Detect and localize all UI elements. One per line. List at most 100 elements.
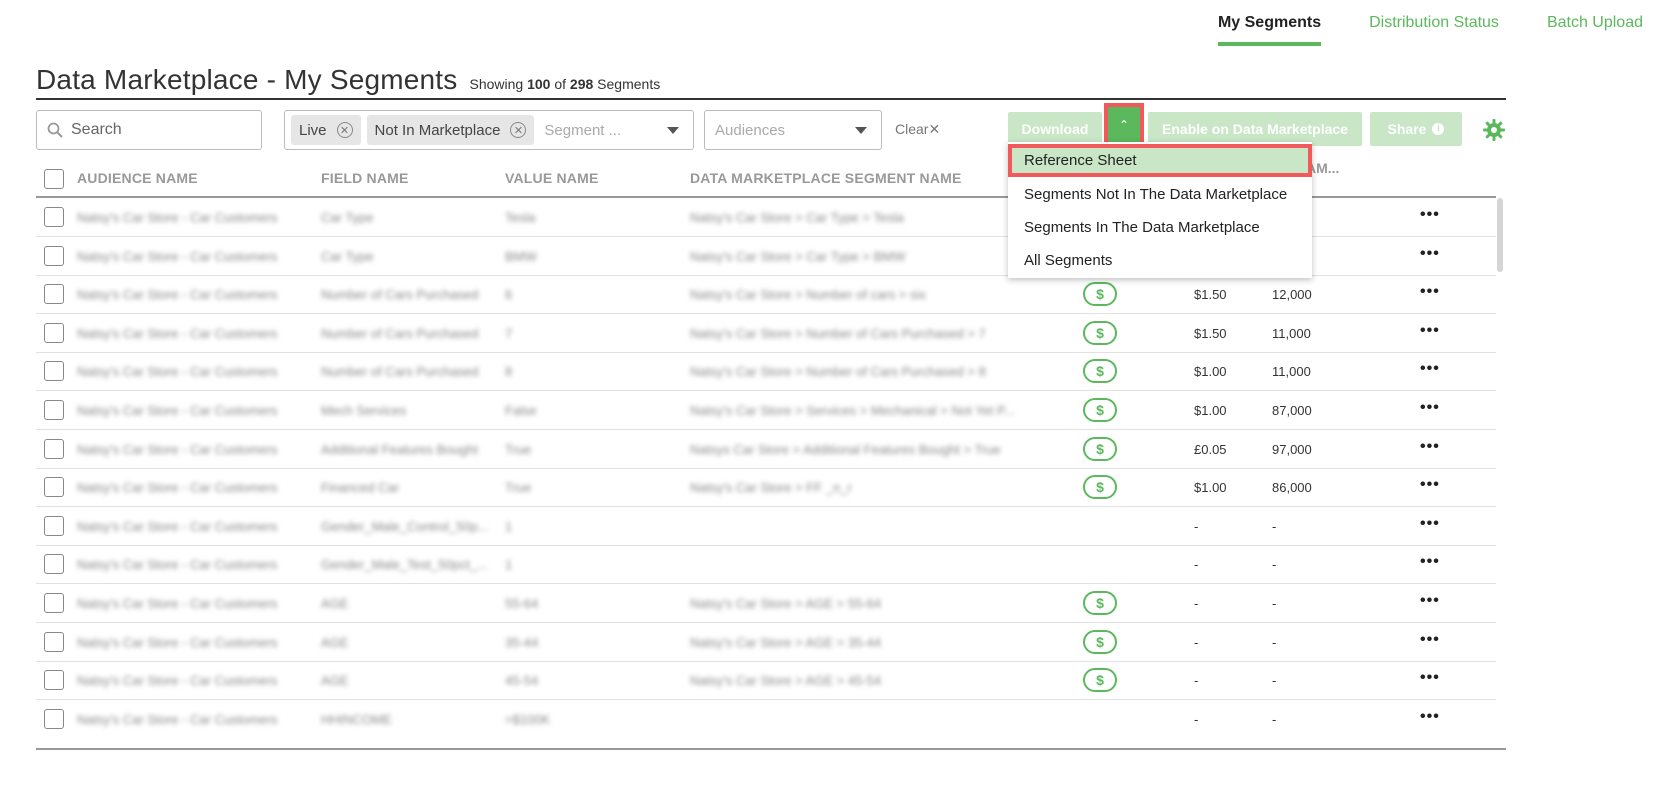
row-checkbox[interactable] [44, 477, 64, 498]
row-checkbox[interactable] [44, 322, 64, 343]
chip-label-not-in-marketplace: Not In Marketplace [374, 121, 501, 139]
more-options-icon[interactable]: ••• [1420, 708, 1440, 726]
dollar-icon[interactable]: $ [1083, 475, 1117, 500]
download-menu-toggle[interactable]: ⌃ [1104, 103, 1144, 147]
segment-name-cell: Natsy's Car Store > Services > Mechanica… [690, 403, 1015, 418]
more-options-icon[interactable]: ••• [1420, 399, 1440, 417]
more-options-icon[interactable]: ••• [1420, 553, 1440, 571]
more-options-icon[interactable]: ••• [1420, 515, 1440, 533]
more-options-icon[interactable]: ••• [1420, 669, 1440, 687]
segment-name-cell: Natsys Car Store > Additional Features B… [690, 441, 1001, 457]
dollar-icon[interactable]: $ [1083, 398, 1117, 422]
price-cell: $1.50 [1194, 287, 1227, 303]
nav-my-segments[interactable]: My Segments [1217, 14, 1322, 46]
table-row[interactable]: Natsy's Car Store - Car Customers Mech Se… [36, 391, 1496, 430]
nav-distribution-status[interactable]: Distribution Status [1369, 14, 1499, 46]
table-row[interactable]: Natsy's Car Store - Car Customers Gender_… [36, 507, 1496, 546]
reach-cell: 12,000 [1272, 287, 1312, 303]
scrollbar[interactable] [1497, 198, 1503, 272]
row-checkbox[interactable] [44, 400, 64, 420]
table-row[interactable]: Natsy's Car Store - Car Customers Number … [36, 314, 1496, 353]
column-header-field-name[interactable]: FIELD NAME [321, 170, 409, 186]
more-options-icon[interactable]: ••• [1420, 631, 1440, 649]
dollar-icon[interactable]: $ [1083, 629, 1117, 654]
audience-name-cell: Natsy's Car Store - Car Customers [77, 248, 278, 264]
dollar-icon[interactable]: $ [1083, 320, 1117, 345]
field-name-cell: Number of Cars Purchased [321, 364, 479, 380]
row-checkbox[interactable] [44, 284, 64, 305]
menu-item-all-segments[interactable]: All Segments [1008, 244, 1312, 277]
clear-label: Clear [895, 121, 929, 137]
more-options-icon[interactable]: ••• [1420, 360, 1440, 378]
dollar-icon[interactable]: $ [1083, 591, 1117, 615]
dollar-icon[interactable]: $ [1083, 668, 1117, 693]
field-name-cell: AGE [321, 673, 349, 689]
value-name-cell: Tesla [505, 210, 536, 225]
price-cell: $1.00 [1194, 403, 1227, 418]
segment-name-cell: Natsy's Car Store > AGE > 55-64 [690, 596, 882, 611]
row-checkbox[interactable] [44, 361, 64, 382]
row-checkbox[interactable] [44, 554, 64, 575]
audiences-select[interactable]: Audiences [704, 110, 882, 150]
menu-item-segments-not-in-marketplace[interactable]: Segments Not In The Data Marketplace [1008, 178, 1312, 211]
chevron-down-icon[interactable] [855, 127, 867, 134]
table-row[interactable]: Natsy's Car Store - Car Customers HHINCOM… [36, 700, 1496, 739]
search-input[interactable] [71, 121, 251, 139]
more-options-icon[interactable]: ••• [1420, 322, 1440, 340]
dollar-icon[interactable]: $ [1083, 436, 1117, 461]
chevron-up-icon: ⌃ [1118, 118, 1130, 132]
row-checkbox[interactable] [44, 670, 64, 691]
table-row[interactable]: Natsy's Car Store - Car Customers Gender_… [36, 545, 1496, 585]
nav-batch-upload[interactable]: Batch Upload [1547, 14, 1643, 46]
row-checkbox[interactable] [44, 207, 64, 227]
table-row[interactable]: Natsy's Car Store - Car Customers Number … [36, 352, 1496, 392]
menu-item-reference-sheet[interactable]: Reference Sheet [1008, 144, 1312, 177]
top-nav: My Segments Distribution Status Batch Up… [1217, 14, 1643, 46]
column-header-audience-name[interactable]: AUDIENCE NAME [77, 170, 198, 186]
more-options-icon[interactable]: ••• [1420, 245, 1440, 263]
value-name-cell: 6 [505, 287, 513, 303]
table-row[interactable]: Natsy's Car Store - Car Customers Finance… [36, 468, 1496, 508]
dollar-icon[interactable]: $ [1083, 359, 1117, 384]
audience-name-cell: Natsy's Car Store - Car Customers [77, 673, 278, 689]
clear-filters-button[interactable]: Clear✕ [895, 121, 940, 138]
reach-cell: 11,000 [1272, 325, 1311, 341]
gear-icon[interactable] [1482, 118, 1506, 142]
price-cell: - [1194, 673, 1199, 689]
value-name-cell: True [505, 441, 532, 457]
row-checkbox[interactable] [44, 438, 64, 459]
column-header-value-name[interactable]: VALUE NAME [505, 170, 599, 186]
reach-cell: 97,000 [1272, 441, 1312, 457]
more-options-icon[interactable]: ••• [1420, 592, 1440, 610]
table-row[interactable]: Natsy's Car Store - Car Customers Additio… [36, 430, 1496, 469]
more-options-icon[interactable]: ••• [1420, 438, 1440, 456]
table-row[interactable]: Natsy's Car Store - Car Customers AGE 55-6… [36, 584, 1496, 623]
column-header-segment-name[interactable]: DATA MARKETPLACE SEGMENT NAME [690, 170, 962, 186]
audience-name-cell: Natsy's Car Store - Car Customers [77, 711, 278, 727]
row-checkbox[interactable] [44, 593, 64, 613]
table-row[interactable]: Natsy's Car Store - Car Customers AGE 45-5… [36, 661, 1496, 701]
segment-name-cell: Natsy's Car Store > AGE > 45-54 [690, 673, 882, 689]
more-options-icon[interactable]: ••• [1420, 476, 1440, 494]
share-button[interactable]: Share i [1370, 112, 1462, 146]
select-all-checkbox[interactable] [44, 169, 64, 189]
row-checkbox[interactable] [44, 631, 64, 652]
row-checkbox[interactable] [44, 245, 64, 266]
more-options-icon[interactable]: ••• [1420, 206, 1440, 224]
status-filter[interactable]: Live ✕ Not In Marketplace ✕ Segment ... [284, 110, 694, 150]
chevron-down-icon[interactable] [667, 127, 679, 134]
menu-item-segments-in-marketplace[interactable]: Segments In The Data Marketplace [1008, 211, 1312, 244]
dollar-icon[interactable]: $ [1083, 282, 1117, 307]
more-options-icon[interactable]: ••• [1420, 283, 1440, 301]
row-checkbox[interactable] [44, 515, 64, 536]
value-name-cell: 7 [505, 325, 513, 341]
segment-name-cell: Natsy's Car Store > Car Type > Tesla [690, 210, 904, 225]
remove-chip-icon[interactable]: ✕ [510, 122, 527, 138]
reach-cell: 86,000 [1272, 480, 1312, 496]
enable-on-marketplace-button[interactable]: Enable on Data Marketplace [1148, 112, 1362, 146]
row-checkbox[interactable] [44, 708, 64, 729]
remove-chip-icon[interactable]: ✕ [336, 122, 353, 138]
table-row[interactable]: Natsy's Car Store - Car Customers Number … [36, 275, 1496, 315]
download-button[interactable]: Download [1008, 112, 1102, 146]
table-row[interactable]: Natsy's Car Store - Car Customers AGE 35-4… [36, 623, 1496, 662]
